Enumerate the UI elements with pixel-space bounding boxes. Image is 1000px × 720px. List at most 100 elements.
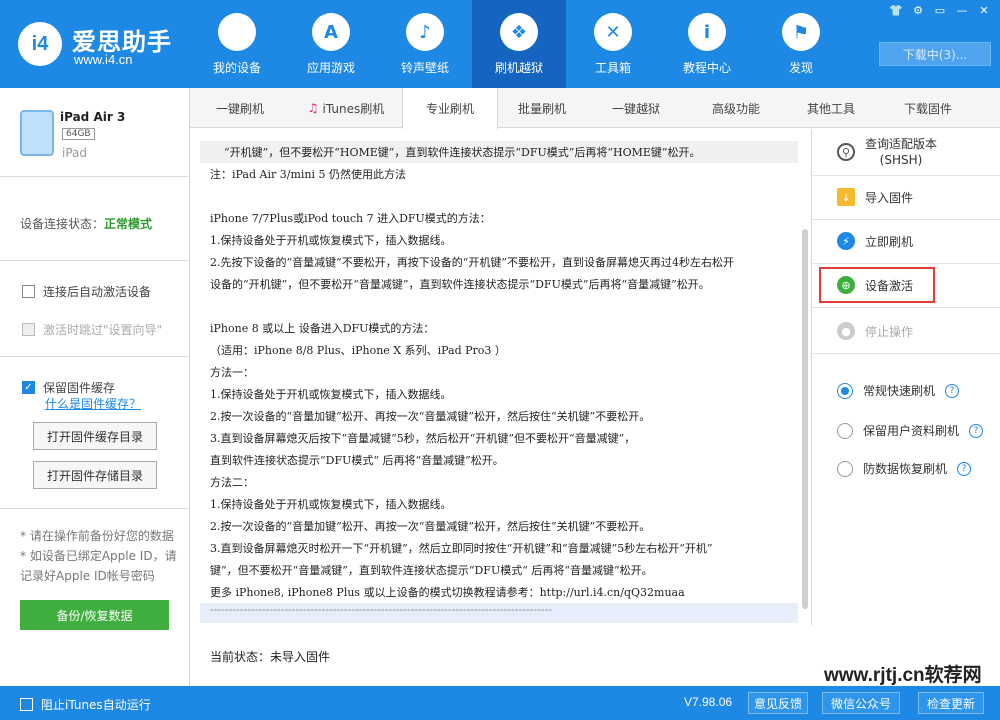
text-line: 设备的“开机键”，但不要松开“音量减键”，直到软件连接状态提示“DFU模式”后再… — [210, 278, 710, 291]
feedback-button[interactable]: 意见反馈 — [748, 692, 808, 714]
tab-label: iTunes刷机 — [322, 101, 385, 116]
checkbox-label: 阻止iTunes自动运行 — [41, 698, 151, 712]
divider — [0, 260, 190, 261]
query-line1: 查询适配版本 — [865, 137, 938, 151]
globe-icon: ⊕ — [837, 276, 855, 294]
help-icon[interactable]: ? — [957, 461, 972, 476]
divider — [0, 176, 190, 177]
lightning-icon: ⚡ — [837, 232, 855, 250]
divider — [813, 219, 1000, 220]
nav-label: 教程中心 — [682, 61, 731, 75]
help-icon[interactable]: ? — [969, 423, 984, 438]
gear-icon[interactable]: ⚙ — [910, 4, 926, 17]
wechat-button[interactable]: 微信公众号 — [822, 692, 900, 714]
dropbox-icon: ❖ — [500, 13, 538, 51]
folder-icon: ↓ — [837, 188, 855, 206]
backup-restore-button[interactable]: 备份/恢复数据 — [20, 600, 169, 630]
nav-discover[interactable]: ⚑ 发现 — [754, 0, 848, 88]
scrollbar[interactable] — [802, 229, 808, 609]
activate-device-button[interactable]: ⊕ 设备激活 — [813, 275, 1000, 295]
help-icon[interactable]: ? — [945, 383, 960, 398]
nav-label: 发现 — [788, 61, 813, 75]
divider — [813, 175, 1000, 176]
checkbox[interactable]: ✓ — [22, 381, 35, 394]
text-line: 2.按一次设备的“音量加键”松开、再按一次“音量减键”松开，然后按住“关机键”不… — [210, 520, 651, 533]
nav-my-device[interactable]: 我的设备 — [190, 0, 284, 88]
text-line: 3.直到设备屏幕熄灭后按下“音量减键”5秒，然后松开“开机键”但不要松开“音量减… — [210, 432, 636, 445]
nav-apps[interactable]: A 应用游戏 — [284, 0, 378, 88]
text-line: iPhone 7/7Plus或iPod touch 7 进入DFU模式的方法： — [210, 212, 491, 225]
divider — [0, 356, 190, 357]
nav-toolbox[interactable]: ✕ 工具箱 — [566, 0, 660, 88]
tab-pro-flash[interactable]: 专业刷机 — [402, 88, 498, 129]
stop-button[interactable]: ● 停止操作 — [813, 321, 1000, 341]
checkbox[interactable] — [22, 285, 35, 298]
radio[interactable] — [837, 460, 853, 477]
conn-label: 设备连接状态： — [20, 217, 105, 231]
auto-activate-checkbox[interactable]: 连接后自动激活设备 — [22, 283, 151, 300]
main-nav: 我的设备 A 应用游戏 ♪ 铃声壁纸 ❖ 刷机越狱 ✕ 工具箱 i 教程中心 ⚑… — [190, 0, 848, 88]
radio[interactable] — [837, 422, 853, 439]
query-shsh-button[interactable]: ⚲ 查询适配版本 (SHSH) — [813, 135, 1000, 169]
text-line: “开机键”，但不要松开“HOME键”，直到软件连接状态提示“DFU模式”后再将“… — [224, 146, 701, 159]
flash-now-button[interactable]: ⚡ 立即刷机 — [813, 231, 1000, 251]
stop-label: 停止操作 — [865, 324, 914, 339]
tab-other-tools[interactable]: 其他工具 — [786, 88, 876, 128]
close-icon[interactable]: ✕ — [976, 4, 992, 17]
search-icon: ⚲ — [837, 143, 855, 161]
nav-label: 刷机越狱 — [494, 61, 543, 75]
block-itunes-checkbox[interactable]: 阻止iTunes自动运行 — [20, 696, 151, 713]
music-icon: ♪ — [406, 13, 444, 51]
import-firmware-button[interactable]: ↓ 导入固件 — [813, 187, 1000, 207]
tab-advanced[interactable]: 高级功能 — [686, 88, 786, 128]
keep-cache-checkbox[interactable]: ✓ 保留固件缓存 — [22, 379, 115, 396]
text-line: 方法一： — [210, 366, 254, 379]
ipad-icon — [20, 110, 54, 156]
stop-icon: ● — [837, 322, 855, 340]
text-line: 3.直到设备屏幕熄灭时松开一下“开机键”，然后立即同时按住“开机键”和“音量减键… — [210, 542, 713, 555]
menu-icon[interactable]: ▭ — [932, 4, 948, 17]
itunes-icon: ♫ — [307, 101, 319, 115]
appstore-icon: A — [312, 13, 350, 51]
tab-one-click-flash[interactable]: 一键刷机 — [190, 88, 290, 128]
tab-one-click-jailbreak[interactable]: 一键越狱 — [586, 88, 686, 128]
check-update-button[interactable]: 检查更新 — [918, 692, 984, 714]
checkbox-label: 激活时跳过"设置向导" — [43, 323, 163, 337]
shirt-icon[interactable]: 👕 — [888, 4, 904, 17]
device-panel: iPad Air 3 64GB iPad 设备连接状态：正常模式 连接后自动激活… — [0, 88, 190, 686]
divider — [813, 353, 1000, 354]
tab-batch-flash[interactable]: 批量刷机 — [498, 88, 586, 128]
download-button[interactable]: 下载中(3)... — [879, 42, 991, 66]
text-line: 注：iPad Air 3/mini 5 仍然使用此方法 — [210, 168, 406, 181]
open-store-dir-button[interactable]: 打开固件存储目录 — [33, 461, 157, 489]
flag-icon: ⚑ — [782, 13, 820, 51]
connection-status: 设备连接状态：正常模式 — [20, 215, 152, 232]
device-type: iPad — [62, 146, 88, 160]
radio[interactable] — [837, 382, 853, 399]
tab-download-firmware[interactable]: 下载固件 — [876, 88, 980, 128]
nav-tutorials[interactable]: i 教程中心 — [660, 0, 754, 88]
app-url: www.i4.cn — [74, 52, 133, 67]
query-label: 查询适配版本 (SHSH) — [865, 136, 937, 168]
tab-itunes-flash[interactable]: ♫ iTunes刷机 — [290, 88, 402, 128]
version-label: V7.98.06 — [684, 695, 733, 709]
text-line: 2.先按下设备的“音量减键”不要松开，再按下设备的“开机键”不要松开，直到设备屏… — [210, 256, 734, 269]
nav-label: 工具箱 — [594, 61, 631, 75]
minimize-icon[interactable]: — — [954, 4, 970, 17]
nav-ringtones[interactable]: ♪ 铃声壁纸 — [378, 0, 472, 88]
open-cache-dir-button[interactable]: 打开固件缓存目录 — [33, 422, 157, 450]
skip-setup-checkbox[interactable]: 激活时跳过"设置向导" — [22, 321, 162, 338]
apple-icon — [218, 13, 256, 51]
text-line: （适用：iPhone 8/8 Plus、iPhone X 系列、iPad Pro… — [210, 344, 506, 357]
checkbox[interactable] — [20, 698, 33, 711]
device-name: iPad Air 3 — [60, 110, 126, 124]
radio-label: 防数据恢复刷机 — [863, 462, 948, 476]
nav-flash-jailbreak[interactable]: ❖ 刷机越狱 — [472, 0, 566, 88]
mode-fast-radio[interactable]: 常规快速刷机 ? — [837, 382, 960, 399]
mode-anti-recovery-radio[interactable]: 防数据恢复刷机 ? — [837, 460, 972, 477]
checkbox[interactable] — [22, 323, 35, 336]
text-line: 键”，但不要松开“音量减键”，直到软件连接状态提示“DFU模式“ 后再将“音量减… — [210, 564, 653, 577]
what-is-cache-link[interactable]: 什么是固件缓存？ — [45, 395, 141, 412]
mode-keep-data-radio[interactable]: 保留用户资料刷机 ? — [837, 422, 984, 439]
dfu-instructions: “开机键”，但不要松开“HOME键”，直到软件连接状态提示“DFU模式”后再将“… — [190, 129, 812, 625]
